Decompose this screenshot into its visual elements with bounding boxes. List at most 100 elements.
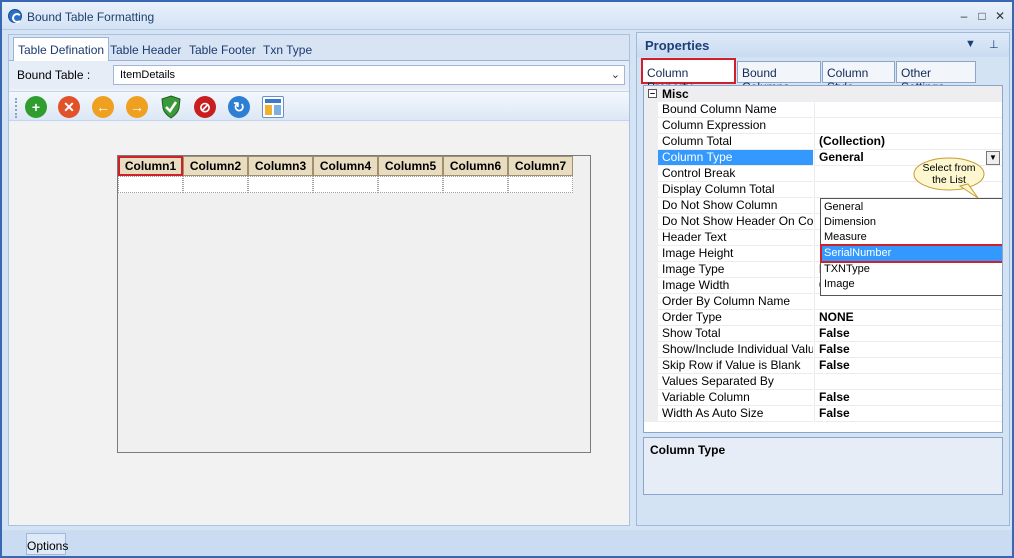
design-canvas: Column1 Column2 Column3 Column4 Column5 … xyxy=(9,123,629,525)
row-gutter xyxy=(644,134,658,150)
property-value[interactable]: NONE xyxy=(814,310,1002,326)
column-cell-6[interactable] xyxy=(443,176,508,193)
property-value[interactable] xyxy=(814,102,1002,118)
options-button[interactable]: Options xyxy=(26,533,68,555)
property-row[interactable]: Variable Column False xyxy=(644,390,1002,406)
tab-bound-columns[interactable]: Bound Columns xyxy=(737,61,821,94)
column-cell-2[interactable] xyxy=(183,176,248,193)
layout-grid-icon[interactable] xyxy=(262,96,284,118)
property-grid: – Misc Bound Column Name Column Expressio… xyxy=(643,85,1003,433)
collapse-icon[interactable]: – xyxy=(648,89,657,98)
tab-table-defination[interactable]: Table Defination xyxy=(13,37,110,61)
callout-annotation: Select from the List xyxy=(912,156,986,200)
pin-icon[interactable]: ⊥ xyxy=(989,38,999,51)
property-row[interactable]: Order Type NONE xyxy=(644,310,1002,326)
left-tab-strip: Table Defination Table Header Table Foot… xyxy=(9,35,629,61)
property-name: Do Not Show Column xyxy=(658,198,813,214)
restore-icon[interactable]: □ xyxy=(974,8,990,24)
add-icon[interactable]: + xyxy=(25,96,47,118)
properties-panel: Properties ▼ ⊥ Column Property Bound Col… xyxy=(636,32,1010,526)
bound-table-select[interactable]: ItemDetails ⌄ xyxy=(113,65,625,85)
close-icon[interactable]: ✕ xyxy=(992,8,1008,24)
dropdown-option-measure[interactable]: Measure xyxy=(822,230,1002,245)
row-gutter xyxy=(644,246,658,262)
dropdown-option-general[interactable]: General xyxy=(822,200,1002,215)
dropdown-option-image[interactable]: Image xyxy=(822,277,1002,292)
property-row[interactable]: Column Expression xyxy=(644,118,1002,134)
column-header-3[interactable]: Column3 xyxy=(248,156,313,176)
property-value[interactable]: False xyxy=(814,406,1002,422)
property-row[interactable]: Show Total False xyxy=(644,326,1002,342)
tab-column-style[interactable]: Column Style xyxy=(822,61,895,94)
dropdown-option-txntype[interactable]: TXNType xyxy=(822,262,1002,277)
tab-table-footer[interactable]: Table Footer xyxy=(185,38,260,60)
toolbar-grip xyxy=(15,98,18,118)
property-value[interactable]: False xyxy=(814,326,1002,342)
row-gutter xyxy=(644,262,658,278)
property-name: Column Total xyxy=(658,134,813,150)
tab-other-settings[interactable]: Other Settings xyxy=(896,61,976,94)
window-title: Bound Table Formatting xyxy=(27,10,155,24)
dropdown-option-serialnumber[interactable]: SerialNumber xyxy=(820,244,1002,263)
app-icon xyxy=(8,9,22,23)
property-name: Bound Column Name xyxy=(658,102,813,118)
property-row[interactable]: Skip Row if Value is Blank False xyxy=(644,358,1002,374)
tab-table-header[interactable]: Table Header xyxy=(106,38,185,60)
property-name: Image Width xyxy=(658,278,813,294)
category-misc[interactable]: – Misc xyxy=(644,86,1002,102)
tab-txn-type[interactable]: Txn Type xyxy=(259,38,316,60)
column-cell-4[interactable] xyxy=(313,176,378,193)
table-definition-panel: Table Defination Table Header Table Foot… xyxy=(8,34,630,526)
row-gutter xyxy=(644,230,658,246)
row-gutter xyxy=(644,374,658,390)
column-header-4[interactable]: Column4 xyxy=(313,156,378,176)
bound-table-row: Bound Table : ItemDetails ⌄ xyxy=(9,61,629,89)
refresh-icon[interactable]: ↻ xyxy=(228,96,250,118)
panel-menu-icon[interactable]: ▼ xyxy=(965,38,976,50)
property-row[interactable]: Bound Column Name xyxy=(644,102,1002,118)
property-row[interactable]: Order By Column Name xyxy=(644,294,1002,310)
tab-column-property[interactable]: Column Property xyxy=(641,58,736,94)
property-row[interactable]: Column Total (Collection) xyxy=(644,134,1002,150)
column-header-2[interactable]: Column2 xyxy=(183,156,248,176)
minimize-icon[interactable]: – xyxy=(956,8,972,24)
row-gutter xyxy=(644,406,658,422)
column-header-6[interactable]: Column6 xyxy=(443,156,508,176)
column-header-7[interactable]: Column7 xyxy=(508,156,573,176)
bound-table-grid: Column1 Column2 Column3 Column4 Column5 … xyxy=(117,155,591,453)
toolbar: + ✕ ← → ⊘ ↻ xyxy=(9,91,629,121)
property-value[interactable] xyxy=(814,374,1002,390)
verify-shield-icon[interactable] xyxy=(160,95,182,119)
chevron-down-icon[interactable]: ⌄ xyxy=(611,68,620,81)
row-gutter xyxy=(644,278,658,294)
callout-line-1: Select from xyxy=(922,162,976,174)
property-value[interactable]: False xyxy=(814,390,1002,406)
property-row[interactable]: Values Separated By xyxy=(644,374,1002,390)
dropdown-option-dimension[interactable]: Dimension xyxy=(822,215,1002,230)
property-row[interactable]: Width As Auto Size False xyxy=(644,406,1002,422)
move-left-icon[interactable]: ← xyxy=(92,96,114,118)
delete-icon[interactable]: ✕ xyxy=(58,96,80,118)
property-value[interactable] xyxy=(814,118,1002,134)
property-name: Width As Auto Size xyxy=(658,406,813,422)
move-right-icon[interactable]: → xyxy=(126,96,148,118)
row-gutter xyxy=(644,390,658,406)
column-cell-7[interactable] xyxy=(508,176,573,193)
property-value[interactable]: False xyxy=(814,342,1002,358)
column-type-dropdown-list[interactable]: General Dimension Measure SerialNumber T… xyxy=(820,198,1002,296)
property-value[interactable]: (Collection) xyxy=(814,134,1002,150)
property-value[interactable]: False xyxy=(814,358,1002,374)
chevron-down-icon[interactable]: ▼ xyxy=(986,151,1000,165)
property-name: Header Text xyxy=(658,230,813,246)
column-header-5[interactable]: Column5 xyxy=(378,156,443,176)
properties-tab-strip: Column Property Bound Columns Column Sty… xyxy=(637,57,1009,94)
column-cell-5[interactable] xyxy=(378,176,443,193)
property-value[interactable] xyxy=(814,294,1002,310)
property-row[interactable]: Show/Include Individual Values False xyxy=(644,342,1002,358)
property-name: Values Separated By xyxy=(658,374,813,390)
column-header-1[interactable]: Column1 xyxy=(118,156,183,176)
column-cell-1[interactable] xyxy=(118,176,183,193)
column-cell-3[interactable] xyxy=(248,176,313,193)
property-name: Column Type xyxy=(658,150,813,166)
stop-icon[interactable]: ⊘ xyxy=(194,96,216,118)
